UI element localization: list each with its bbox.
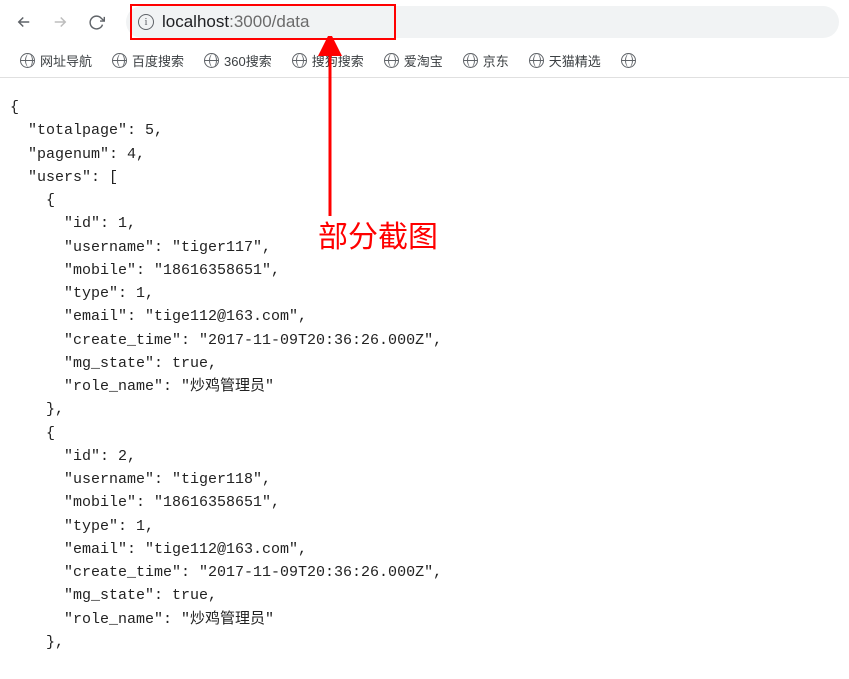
bookmark-item-more[interactable] bbox=[613, 49, 644, 72]
bookmark-item[interactable]: 网址导航 bbox=[12, 47, 100, 74]
globe-icon bbox=[204, 53, 219, 68]
browser-toolbar: i localhost:3000/data bbox=[0, 0, 849, 44]
bookmark-label: 天猫精选 bbox=[549, 51, 601, 70]
bookmark-label: 京东 bbox=[483, 51, 509, 70]
globe-icon bbox=[529, 53, 544, 68]
page-json-content: { "totalpage": 5, "pagenum": 4, "users":… bbox=[0, 78, 849, 672]
bookmark-label: 百度搜索 bbox=[132, 51, 184, 70]
reload-button[interactable] bbox=[82, 8, 110, 36]
address-bar[interactable]: i localhost:3000/data bbox=[126, 6, 839, 38]
bookmark-label: 360搜索 bbox=[224, 51, 272, 70]
bookmark-item[interactable]: 天猫精选 bbox=[521, 47, 609, 74]
globe-icon bbox=[20, 53, 35, 68]
forward-button[interactable] bbox=[46, 8, 74, 36]
url-rest: :3000/data bbox=[229, 12, 309, 31]
bookmarks-bar: 网址导航 百度搜索 360搜索 搜狗搜索 爱淘宝 京东 天猫精选 bbox=[0, 44, 849, 78]
bookmark-item[interactable]: 京东 bbox=[455, 47, 517, 74]
site-info-icon[interactable]: i bbox=[138, 14, 154, 30]
globe-icon bbox=[621, 53, 636, 68]
bookmark-item[interactable]: 百度搜索 bbox=[104, 47, 192, 74]
bookmark-label: 网址导航 bbox=[40, 51, 92, 70]
bookmark-label: 搜狗搜索 bbox=[312, 51, 364, 70]
back-button[interactable] bbox=[10, 8, 38, 36]
bookmark-item[interactable]: 爱淘宝 bbox=[376, 47, 451, 74]
globe-icon bbox=[292, 53, 307, 68]
globe-icon bbox=[384, 53, 399, 68]
url-host: localhost bbox=[162, 12, 229, 31]
bookmark-item[interactable]: 搜狗搜索 bbox=[284, 47, 372, 74]
globe-icon bbox=[112, 53, 127, 68]
bookmark-item[interactable]: 360搜索 bbox=[196, 47, 280, 74]
globe-icon bbox=[463, 53, 478, 68]
url-text: localhost:3000/data bbox=[162, 12, 309, 32]
bookmark-label: 爱淘宝 bbox=[404, 51, 443, 70]
